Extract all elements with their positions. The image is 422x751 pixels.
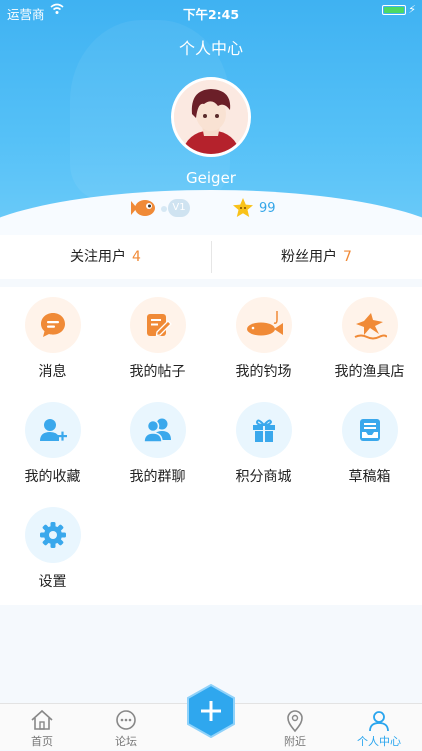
- fans-button[interactable]: 粉丝用户 7: [211, 235, 422, 279]
- menu-item-messages[interactable]: 消息: [0, 287, 105, 380]
- message-icon: [24, 297, 81, 353]
- status-bar: 运营商 下午2:45 ⚡: [0, 0, 422, 22]
- level-dot: [161, 206, 167, 212]
- follow-stats: 关注用户 4 粉丝用户 7: [0, 235, 422, 279]
- user-badges: V1 99: [0, 197, 422, 221]
- tab-profile[interactable]: 个人中心: [337, 704, 421, 751]
- page-title: 个人中心: [178, 39, 243, 58]
- menu-grid: 消息 我的帖子 我的钓场 我的渔具店 我的收藏 我的群聊 积分商城 草稿箱 设置: [0, 287, 422, 605]
- level-badge: V1: [168, 199, 190, 217]
- edit-post-icon: [129, 297, 186, 353]
- fish-badge-icon: [130, 197, 156, 223]
- tab-label: 论坛: [115, 735, 137, 748]
- menu-label: 我的收藏: [24, 469, 81, 485]
- menu-item-settings[interactable]: 设置: [0, 497, 105, 590]
- add-user-icon: [24, 402, 81, 458]
- menu-label: 我的渔具店: [334, 364, 405, 380]
- star-icon: [232, 197, 254, 223]
- fishing-spot-icon: [235, 297, 292, 353]
- menu-item-tackle-shop[interactable]: 我的渔具店: [317, 287, 422, 380]
- menu-label: 我的群聊: [129, 469, 186, 485]
- tab-label: 首页: [31, 735, 53, 748]
- menu-label: 草稿箱: [348, 469, 391, 485]
- gift-icon: [235, 402, 292, 458]
- menu-label: 我的帖子: [129, 364, 186, 380]
- post-button[interactable]: [186, 683, 236, 739]
- tackle-shop-icon: [341, 297, 398, 353]
- gear-icon: [24, 507, 81, 563]
- draft-box-icon: [341, 402, 398, 458]
- menu-item-points-mall[interactable]: 积分商城: [211, 392, 316, 485]
- plus-icon: [187, 683, 235, 739]
- menu-label: 设置: [38, 574, 67, 590]
- forum-icon: [114, 709, 138, 735]
- fans-count: 7: [343, 249, 352, 265]
- username: Geiger: [186, 169, 236, 187]
- tab-label: 附近: [284, 735, 306, 748]
- charging-icon: ⚡: [408, 3, 416, 16]
- menu-item-favorites[interactable]: 我的收藏: [0, 392, 105, 485]
- points-count: 99: [259, 201, 276, 216]
- menu-item-group-chat[interactable]: 我的群聊: [105, 392, 210, 485]
- avatar[interactable]: [171, 77, 251, 157]
- menu-item-drafts[interactable]: 草稿箱: [317, 392, 422, 485]
- tab-forum[interactable]: 论坛: [84, 704, 168, 751]
- battery-icon: [382, 5, 406, 15]
- status-time: 下午2:45: [182, 7, 240, 22]
- group-chat-icon: [129, 402, 186, 458]
- menu-item-my-posts[interactable]: 我的帖子: [105, 287, 210, 380]
- following-label: 关注用户: [70, 249, 127, 265]
- menu-item-fishing-spots[interactable]: 我的钓场: [211, 287, 316, 380]
- tab-home[interactable]: 首页: [0, 704, 84, 751]
- fans-label: 粉丝用户: [281, 249, 338, 265]
- tab-nearby[interactable]: 附近: [253, 704, 337, 751]
- following-button[interactable]: 关注用户 4: [0, 235, 211, 279]
- menu-label: 消息: [38, 364, 67, 380]
- menu-label: 我的钓场: [235, 364, 292, 380]
- home-icon: [30, 709, 54, 735]
- following-count: 4: [132, 249, 141, 265]
- tab-label: 个人中心: [357, 735, 401, 748]
- menu-label: 积分商城: [235, 469, 292, 485]
